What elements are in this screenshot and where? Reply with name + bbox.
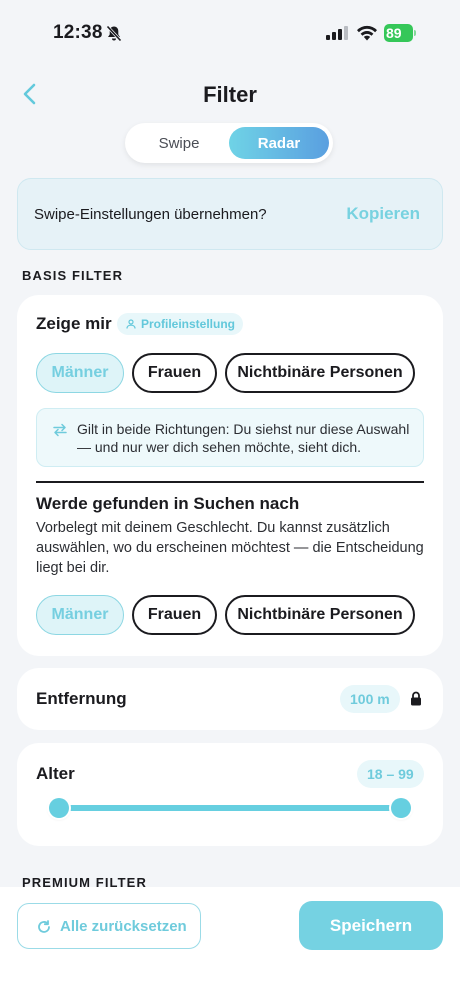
- lock-icon: [411, 691, 421, 706]
- show-me-option-nonbinary[interactable]: Nichtbinäre Personen: [225, 353, 415, 393]
- found-in-option-nonbinary[interactable]: Nichtbinäre Personen: [225, 595, 415, 635]
- found-in-option-women[interactable]: Frauen: [132, 595, 217, 635]
- wifi-icon: [357, 25, 377, 41]
- reset-all-label: Alle zurücksetzen: [60, 917, 187, 935]
- status-time: 12:38: [53, 22, 103, 43]
- copy-settings-banner: Swipe-Einstellungen übernehmen? Kopieren: [17, 178, 443, 250]
- divider: [36, 481, 424, 483]
- age-slider-max-handle[interactable]: [391, 798, 411, 818]
- battery-icon: 89: [384, 24, 416, 42]
- bell-muted-icon: [106, 25, 122, 42]
- tab-swipe[interactable]: Swipe: [129, 127, 229, 159]
- profile-chip-label: Profileinstellung: [141, 317, 236, 331]
- mode-toggle: Swipe Radar: [125, 123, 333, 163]
- section-label-basis: BASIS FILTER: [22, 268, 124, 283]
- save-button[interactable]: Speichern: [299, 901, 443, 950]
- age-slider-track[interactable]: [59, 805, 401, 811]
- page-title: Filter: [203, 82, 257, 107]
- reset-all-button[interactable]: Alle zurücksetzen: [17, 903, 201, 949]
- found-in-option-men[interactable]: Männer: [36, 595, 124, 635]
- age-label: Alter: [36, 764, 75, 783]
- show-me-label: Zeige mir: [36, 314, 112, 333]
- swap-arrows-icon: [53, 423, 67, 437]
- battery-level: 89: [384, 24, 413, 42]
- found-in-description: Vorbelegt mit deinem Geschlecht. Du kann…: [36, 520, 424, 576]
- info-box: Gilt in beide Richtungen: Du siehst nur …: [36, 408, 424, 467]
- copy-button[interactable]: Kopieren: [346, 204, 420, 224]
- show-me-option-men[interactable]: Männer: [36, 353, 124, 393]
- info-text: Gilt in beide Richtungen: Du siehst nur …: [77, 421, 410, 455]
- person-icon: [126, 319, 136, 329]
- distance-label: Entfernung: [36, 689, 127, 708]
- tab-radar[interactable]: Radar: [229, 127, 329, 159]
- age-card: [17, 743, 443, 846]
- show-me-option-women[interactable]: Frauen: [132, 353, 217, 393]
- age-slider-min-handle[interactable]: [49, 798, 69, 818]
- age-value: 18 – 99: [357, 760, 424, 788]
- found-in-title: Werde gefunden in Suchen nach: [36, 494, 300, 513]
- copy-banner-text: Swipe-Einstellungen übernehmen?: [34, 206, 267, 223]
- distance-value: 100 m: [340, 685, 400, 713]
- profile-setting-chip: Profileinstellung: [117, 313, 244, 335]
- cellular-signal-icon: [326, 26, 348, 40]
- refresh-icon: [38, 920, 50, 933]
